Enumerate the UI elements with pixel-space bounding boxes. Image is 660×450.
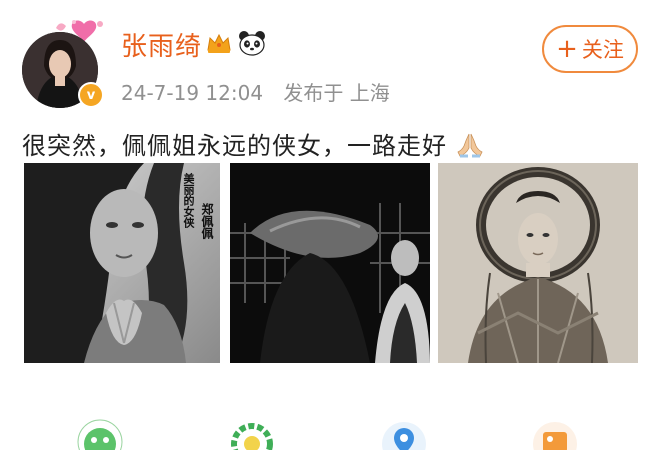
green-wreath-icon[interactable] xyxy=(222,410,282,450)
post-text: 很突然，佩佩姐永远的侠女，一路走好 xyxy=(22,126,484,161)
blue-pin-icon[interactable] xyxy=(374,410,434,450)
crown-badge-icon xyxy=(207,33,231,53)
post-photo-3[interactable] xyxy=(438,163,638,363)
author-avatar-group[interactable]: v xyxy=(22,18,106,108)
post-meta: 24-7-19 12:04 发布于 上海 xyxy=(121,77,404,106)
post-time: 24-7-19 12:04 xyxy=(121,81,264,105)
plus-icon: + xyxy=(556,34,578,64)
follow-label: 关注 xyxy=(581,38,624,62)
panda-badge-icon xyxy=(239,31,265,56)
photo-1-caption: 美丽的女侠 xyxy=(182,173,195,228)
orange-image-icon[interactable] xyxy=(525,410,585,450)
post-location: 发布于 上海 xyxy=(283,81,390,105)
author-name[interactable]: 张雨绮 xyxy=(121,26,202,63)
post-photo-1[interactable]: 美丽的女侠 郑佩佩 xyxy=(24,163,220,363)
follow-button[interactable]: + 关注 xyxy=(542,25,638,73)
verified-badge: v xyxy=(78,82,104,108)
post-text-content: 很突然，佩佩姐永远的侠女，一路走好 xyxy=(22,132,447,160)
praying-hands-icon xyxy=(457,133,483,158)
green-circle-icon[interactable] xyxy=(70,410,130,450)
post-photo-2[interactable] xyxy=(230,163,430,363)
photo-1-name: 郑佩佩 xyxy=(200,203,214,239)
